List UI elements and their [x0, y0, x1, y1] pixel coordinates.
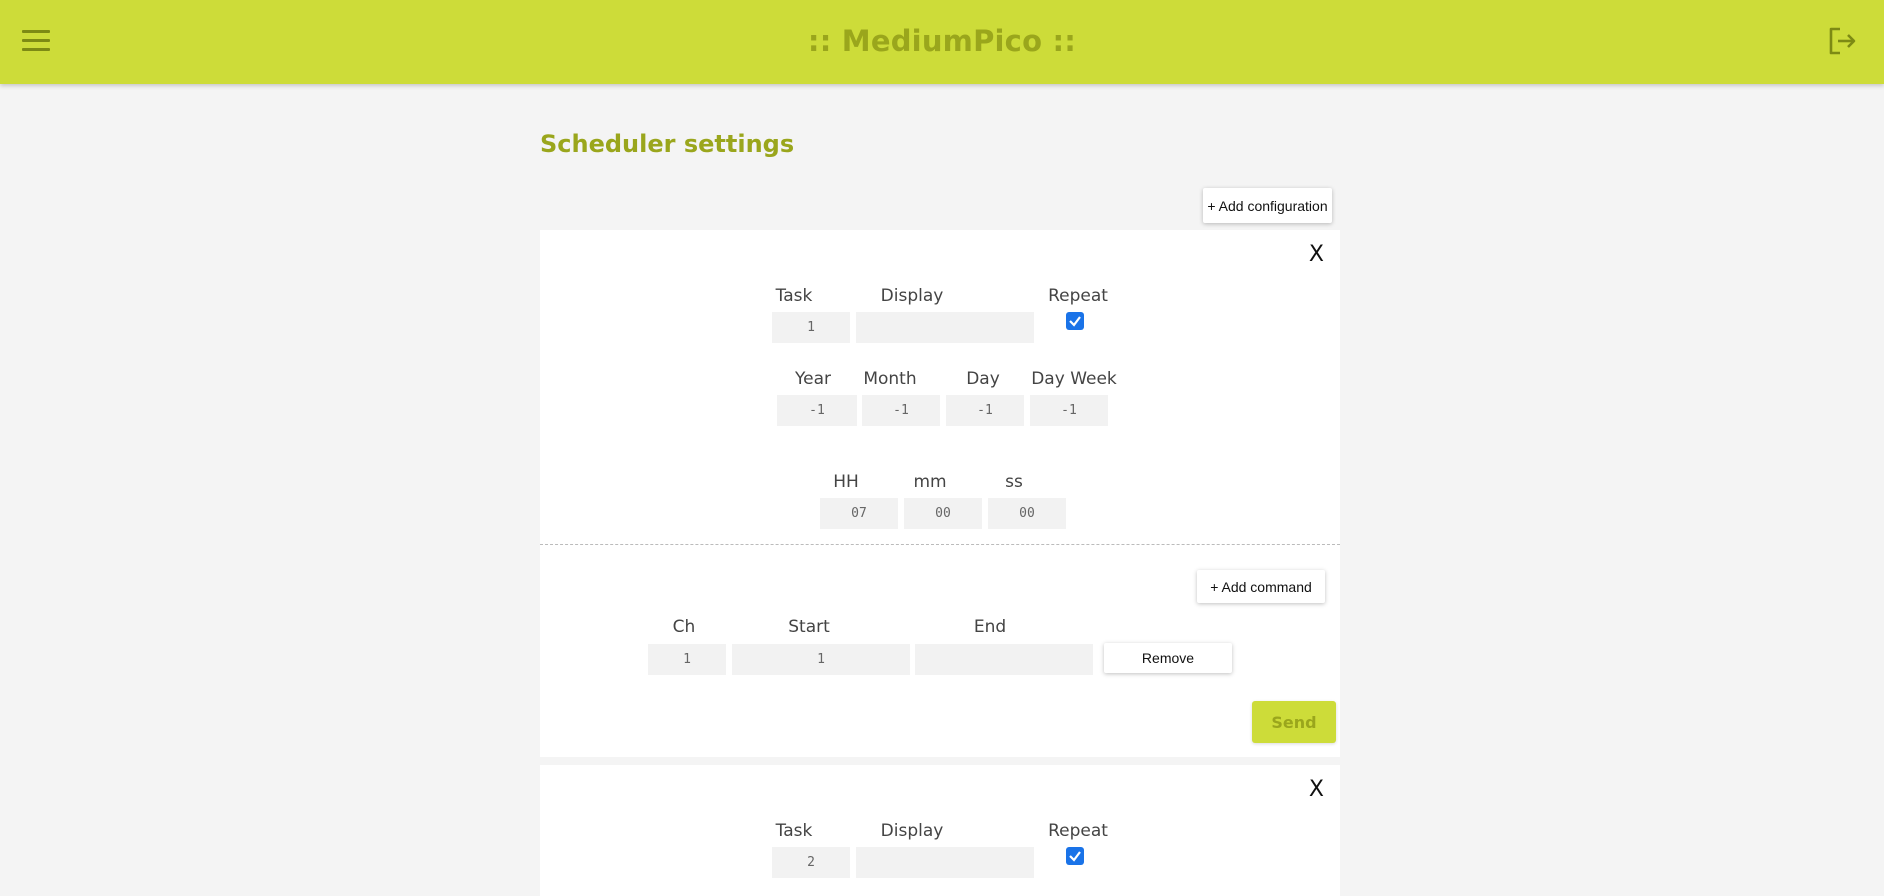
display-label: Display [880, 286, 944, 306]
top-app-bar: :: MediumPico :: [0, 0, 1884, 84]
minute-input[interactable] [904, 498, 982, 529]
minute-label: mm [913, 472, 947, 492]
channel-label: Ch [672, 617, 696, 637]
end-label: End [973, 617, 1007, 637]
task-input[interactable] [772, 312, 850, 343]
logout-icon[interactable] [1826, 24, 1858, 58]
close-configuration-button[interactable]: X [1309, 777, 1324, 802]
end-input[interactable] [915, 644, 1093, 675]
day-input[interactable] [946, 395, 1024, 426]
repeat-label: Repeat [1048, 286, 1108, 306]
repeat-label: Repeat [1048, 821, 1108, 841]
year-label: Year [795, 369, 831, 389]
repeat-checkbox[interactable] [1066, 847, 1084, 865]
second-label: ss [1005, 472, 1023, 492]
start-label: Start [788, 617, 830, 637]
hour-label: HH [833, 472, 859, 492]
display-input[interactable] [856, 312, 1034, 343]
year-input[interactable] [777, 395, 857, 426]
add-command-button[interactable]: + Add command [1197, 570, 1325, 603]
day-label: Day [966, 369, 1000, 389]
configuration-card: X Task Display Repeat Year Month Day Day… [540, 230, 1340, 757]
month-input[interactable] [862, 395, 940, 426]
day-week-label: Day Week [1031, 369, 1117, 389]
task-input[interactable] [772, 847, 850, 878]
start-input[interactable] [732, 644, 910, 675]
close-configuration-button[interactable]: X [1309, 242, 1324, 267]
add-configuration-button[interactable]: + Add configuration [1203, 188, 1332, 223]
repeat-checkbox[interactable] [1066, 312, 1084, 330]
second-input[interactable] [988, 498, 1066, 529]
task-label: Task [775, 286, 813, 306]
send-button[interactable]: Send [1252, 701, 1336, 743]
day-week-input[interactable] [1030, 395, 1108, 426]
month-label: Month [863, 369, 917, 389]
task-label: Task [775, 821, 813, 841]
configuration-card: X Task Display Repeat [540, 765, 1340, 896]
hour-input[interactable] [820, 498, 898, 529]
app-title: :: MediumPico :: [807, 24, 1077, 58]
display-input[interactable] [856, 847, 1034, 878]
display-label: Display [880, 821, 944, 841]
remove-command-button[interactable]: Remove [1104, 643, 1232, 673]
page-title: Scheduler settings [540, 130, 795, 158]
section-divider [540, 544, 1340, 545]
channel-input[interactable] [648, 644, 726, 675]
